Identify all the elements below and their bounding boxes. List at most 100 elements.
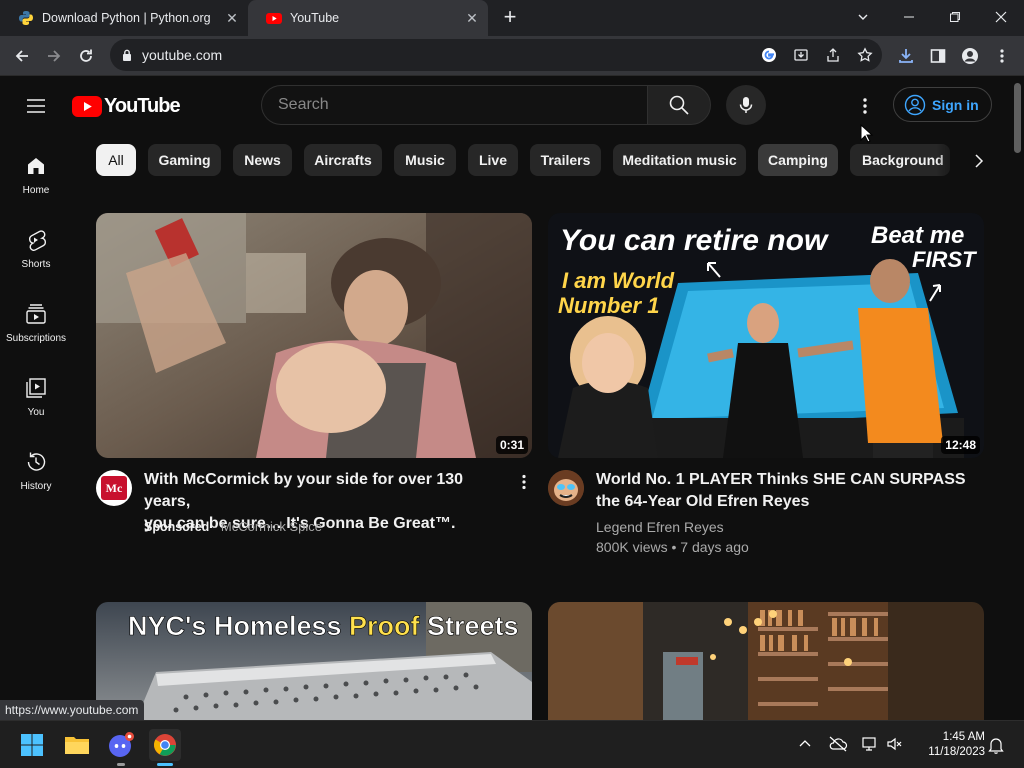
chrome-taskbar-icon[interactable] <box>149 729 181 761</box>
scrollbar-thumb[interactable] <box>1014 83 1021 153</box>
forward-icon[interactable] <box>42 44 66 68</box>
file-explorer-icon[interactable] <box>61 729 93 761</box>
thumbnail-caption: Number 1 <box>558 293 659 318</box>
side-panel-icon[interactable] <box>926 44 950 68</box>
notification-bell-icon[interactable] <box>988 736 1004 759</box>
menu-hamburger-icon[interactable] <box>24 94 48 118</box>
clock-time: 1:45 AM <box>942 731 985 743</box>
channel-avatar-efren[interactable] <box>548 470 584 506</box>
google-lens-icon[interactable] <box>761 47 777 63</box>
reload-icon[interactable] <box>74 44 98 68</box>
thumbnail-caption: NYC's Homeless Proof Streets <box>128 611 519 641</box>
sidebar-item-history[interactable]: History <box>0 450 72 524</box>
close-tab-icon[interactable]: ✕ <box>224 10 240 26</box>
thumbnail-caption: You can retire now <box>560 224 829 257</box>
chip-live[interactable]: Live <box>468 144 518 176</box>
system-clock[interactable]: 1:45 AM 11/18/2023 <box>915 730 985 760</box>
video-title-line: the 64-Year Old Efren Reyes <box>596 493 810 510</box>
avatar-image <box>548 470 584 506</box>
page-scrollbar[interactable] <box>1012 77 1024 720</box>
windows-start-icon[interactable] <box>16 729 48 761</box>
voice-search-button[interactable] <box>726 85 766 125</box>
bookmark-star-icon[interactable] <box>857 47 873 63</box>
restore-icon[interactable] <box>932 0 978 34</box>
chip-news[interactable]: News <box>233 144 292 176</box>
close-window-icon[interactable] <box>978 0 1024 34</box>
search-icon <box>669 95 689 115</box>
account-icon <box>904 94 926 115</box>
sidebar-item-home[interactable]: Home <box>0 154 72 228</box>
active-indicator <box>157 763 173 766</box>
install-app-icon[interactable] <box>793 47 809 63</box>
youtube-play-icon <box>72 95 102 117</box>
minimize-icon[interactable] <box>886 0 932 34</box>
video-thumbnail-nyc[interactable]: NYC's Homeless Proof Streets <box>96 602 532 720</box>
new-tab-button[interactable]: + <box>498 6 522 30</box>
chip-background[interactable]: Background <box>850 144 950 176</box>
network-icon[interactable] <box>861 735 879 758</box>
python-icon <box>19 11 33 25</box>
chip-gaming[interactable]: Gaming <box>148 144 221 176</box>
video-duration: 0:31 <box>495 436 528 454</box>
youtube-logo[interactable]: YouTube <box>72 94 181 118</box>
chrome-menu-icon[interactable] <box>990 44 1014 68</box>
chip-camping[interactable]: Camping <box>758 144 838 176</box>
thumbnail-caption: I am World <box>562 268 675 293</box>
chip-label: Background <box>862 152 944 168</box>
show-hidden-icons-icon[interactable] <box>798 737 812 756</box>
close-tab-icon[interactable]: ✕ <box>464 10 480 26</box>
history-icon <box>27 452 46 471</box>
settings-more-icon[interactable] <box>853 94 877 118</box>
video-thumbnail-efren[interactable]: You can retire now Beat me FIRST I am Wo… <box>548 213 984 458</box>
clock-date: 11/18/2023 <box>928 746 985 758</box>
channel-avatar-mccormick[interactable]: Mc <box>96 470 132 506</box>
chevron-right-icon[interactable] <box>966 148 992 174</box>
video-thumbnail-library[interactable] <box>548 602 984 720</box>
video-stats: 800K views • 7 days ago <box>596 539 749 555</box>
downloads-icon[interactable] <box>894 44 918 68</box>
video-duration: 12:48 <box>941 436 980 454</box>
microphone-icon <box>739 97 753 113</box>
tab-youtube[interactable]: YouTube ✕ <box>248 0 488 36</box>
sidebar-item-subscriptions[interactable]: Subscriptions <box>0 302 72 376</box>
video-title-line: World No. 1 PLAYER Thinks SHE CAN SURPAS… <box>596 471 966 488</box>
url-text: youtube.com <box>142 47 223 63</box>
chip-meditation-music[interactable]: Meditation music <box>613 144 746 176</box>
thumbnail-caption: Beat me <box>871 222 964 249</box>
channel-name[interactable]: Legend Efren Reyes <box>596 519 724 535</box>
chip-music[interactable]: Music <box>394 144 456 176</box>
chip-trailers[interactable]: Trailers <box>530 144 601 176</box>
channel-name[interactable]: McCormick Spice <box>221 519 322 534</box>
you-icon <box>26 378 46 398</box>
windows-taskbar: 1:45 AM 11/18/2023 <box>0 720 1024 768</box>
video-more-icon[interactable] <box>514 472 534 492</box>
search-input[interactable]: Search <box>261 85 648 125</box>
shorts-icon <box>29 230 46 251</box>
back-icon[interactable] <box>10 44 34 68</box>
sign-in-button[interactable]: Sign in <box>893 87 992 122</box>
sidebar-item-you[interactable]: You <box>0 376 72 450</box>
video-title[interactable]: World No. 1 PLAYER Thinks SHE CAN SURPAS… <box>596 469 976 513</box>
video-thumbnail-mccormick[interactable]: 0:31 <box>96 213 532 458</box>
tab-title: Download Python | Python.org <box>42 11 211 25</box>
share-icon[interactable] <box>825 47 841 63</box>
profile-icon[interactable] <box>958 44 982 68</box>
chip-all[interactable]: All <box>96 144 136 176</box>
browser-toolbar: youtube.com <box>0 36 1024 76</box>
cloud-offline-icon[interactable] <box>828 735 848 758</box>
sidebar-item-label: Shorts <box>21 259 51 270</box>
sidebar-item-shorts[interactable]: Shorts <box>0 228 72 302</box>
tab-search-icon[interactable] <box>840 0 886 34</box>
lock-icon[interactable] <box>122 49 132 61</box>
tab-title: YouTube <box>290 11 340 25</box>
video-meta: Sponsored · McCormick Spice <box>144 519 322 534</box>
search-button[interactable] <box>647 85 711 125</box>
discord-icon[interactable] <box>105 729 137 761</box>
volume-muted-icon[interactable] <box>886 735 904 758</box>
sidebar-item-label: History <box>20 481 52 492</box>
thumbnail-image: You can retire now Beat me FIRST I am Wo… <box>548 213 984 458</box>
tab-python[interactable]: Download Python | Python.org ✕ <box>0 0 248 36</box>
chip-aircrafts[interactable]: Aircrafts <box>304 144 382 176</box>
address-bar[interactable]: youtube.com <box>110 39 882 71</box>
thumbnail-caption: FIRST <box>912 247 977 272</box>
